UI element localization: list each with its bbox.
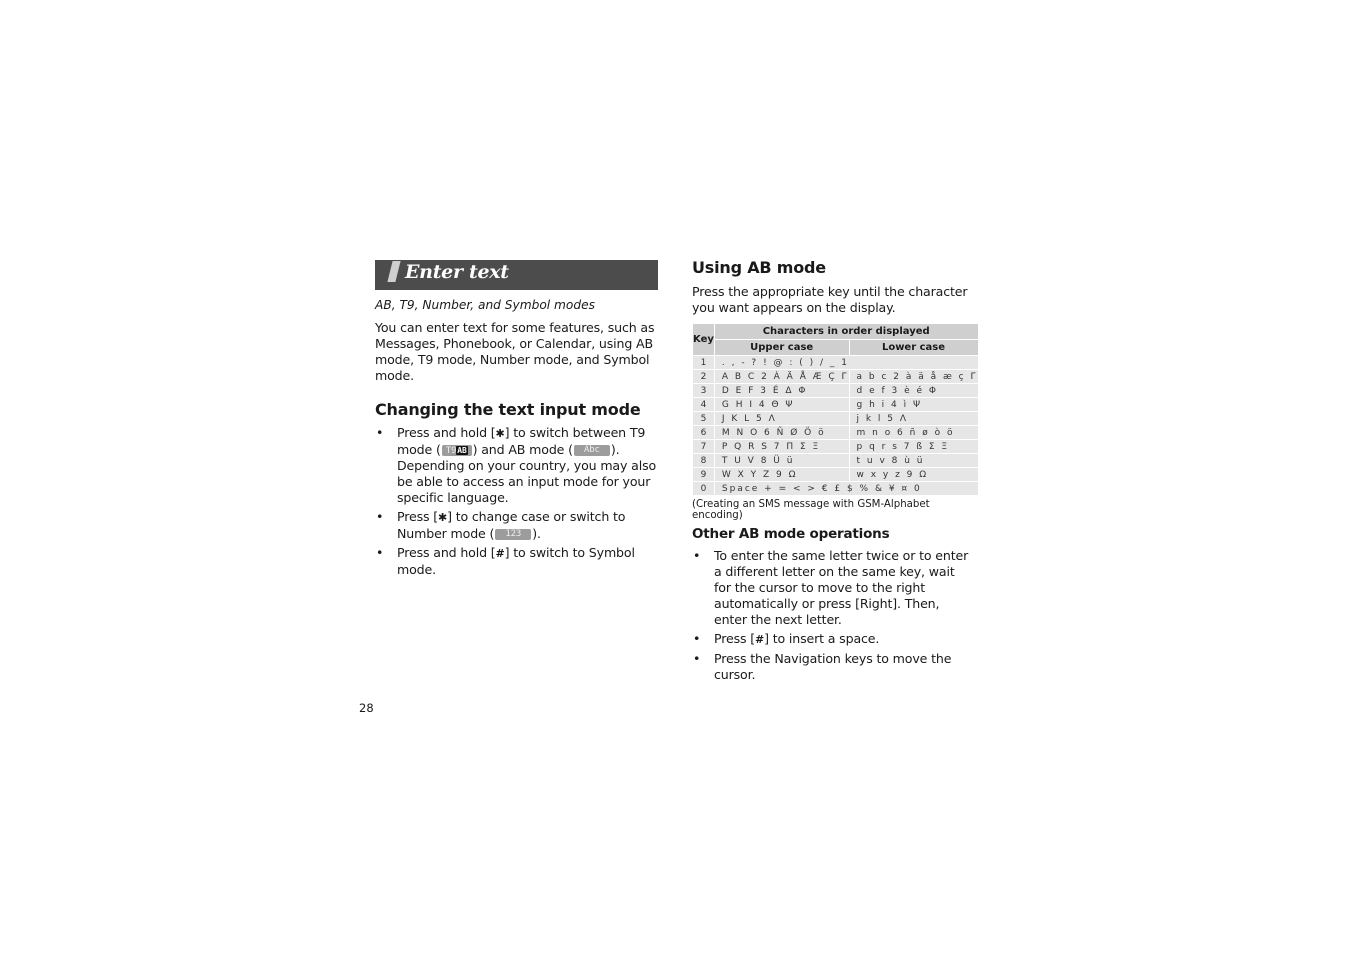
star-key-icon: ✱ (495, 427, 505, 440)
key-cell: 3 (692, 383, 715, 398)
table-row: 8T U V 8 Ü üt u v 8 ù ü (692, 453, 979, 468)
section-heading: Using AB mode (692, 258, 826, 277)
lower-case-cell: m n o 6 ñ ø ò ö (848, 425, 979, 440)
table-row: 2A B C 2 À Ä Å Æ Ç Γa b c 2 à ä å æ ç Γ (692, 369, 979, 384)
section-heading: Changing the text input mode (375, 400, 641, 419)
lower-case-cell: d e f 3 è é Φ (848, 383, 979, 398)
chars-cell: Space + = < > € £ $ % & ¥ ¤ 0 (713, 481, 979, 496)
table-row: 5J K L 5 Λj k l 5 Λ (692, 411, 979, 426)
key-cell: 9 (692, 467, 715, 482)
lower-case-cell: w x y z 9 Ω (848, 467, 979, 482)
list-item: • Press the Navigation keys to move the … (693, 651, 952, 682)
list-item: • Press [✱] to change case or switch to … (376, 509, 626, 541)
col-header-group: Characters in order displayed (713, 323, 979, 340)
list-item: • Press and hold [✱] to switch between T… (376, 425, 657, 505)
upper-case-cell: T U V 8 Ü ü (713, 453, 850, 468)
banner-slash-decoration (387, 261, 401, 282)
lower-case-cell: a b c 2 à ä å æ ç Γ (848, 369, 979, 384)
lower-case-cell: t u v 8 ù ü (848, 453, 979, 468)
intro-paragraph: Press the appropriate key until the char… (692, 284, 968, 315)
key-cell: 7 (692, 439, 715, 454)
abc-mode-icon: Abc (573, 445, 610, 456)
star-key-icon: ✱ (438, 511, 448, 524)
sub-heading: Other AB mode operations (692, 526, 890, 542)
col-header-upper: Upper case (713, 339, 850, 356)
table-row: 9W X Y Z 9 Ωw x y z 9 Ω (692, 467, 979, 482)
col-header-lower: Lower case (848, 339, 979, 356)
key-cell: 2 (692, 369, 715, 384)
table-row: 1. , - ? ! @ : ( ) / _ 1 (692, 355, 979, 370)
col-header-key: Key (692, 323, 715, 356)
table-row: 7P Q R S 7 Π Σ Ξp q r s 7 ß Σ Ξ (692, 439, 979, 454)
bullet-icon: • (376, 425, 384, 440)
key-cell: 1 (692, 355, 715, 370)
list-item: • Press and hold [#] to switch to Symbol… (376, 545, 635, 577)
right-column: Using AB mode Press the appropriate key … (692, 258, 979, 686)
key-cell: 5 (692, 411, 715, 426)
section-subtitle: AB, T9, Number, and Symbol modes (375, 298, 595, 312)
table-body: 1. , - ? ! @ : ( ) / _ 12A B C 2 À Ä Å Æ… (692, 355, 979, 496)
upper-case-cell: A B C 2 À Ä Å Æ Ç Γ (713, 369, 850, 384)
input-mode-list: • Press and hold [✱] to switch between T… (375, 425, 658, 578)
key-cell: 0 (692, 481, 715, 496)
hash-key-icon: # (755, 633, 765, 646)
table-row: 0 Space + = < > € £ $ % & ¥ ¤ 0 (692, 481, 979, 496)
upper-case-cell: P Q R S 7 Π Σ Ξ (713, 439, 850, 454)
intro-paragraph: You can enter text for some features, su… (375, 320, 655, 383)
bullet-icon: • (693, 651, 701, 666)
bullet-icon: • (693, 631, 701, 646)
banner-title: Enter text (405, 261, 509, 283)
upper-case-cell: W X Y Z 9 Ω (713, 467, 850, 482)
list-item: • To enter the same letter twice or to e… (693, 548, 969, 627)
key-cell: 6 (692, 425, 715, 440)
table-caption: (Creating an SMS message with GSM-Alphab… (692, 499, 930, 521)
page-number: 28 (359, 701, 374, 715)
table-row: 3D E F 3 É Δ Φd e f 3 è é Φ (692, 383, 979, 398)
key-cell: 8 (692, 453, 715, 468)
upper-case-cell: M N O 6 Ñ Ø Ö ö (713, 425, 850, 440)
upper-case-cell: G H I 4 Θ Ψ (713, 397, 850, 412)
bullet-icon: • (376, 509, 384, 524)
bullet-icon: • (376, 545, 384, 560)
upper-case-cell: D E F 3 É Δ Φ (713, 383, 850, 398)
table-row: 4G H I 4 Θ Ψg h i 4 ì Ψ (692, 397, 979, 412)
t9-mode-icon: T9AB (441, 445, 472, 456)
bullet-icon: • (693, 548, 701, 563)
chars-cell: . , - ? ! @ : ( ) / _ 1 (713, 355, 979, 370)
character-table: Key Characters in order displayed Upper … (692, 323, 979, 496)
list-item: • Press [#] to insert a space. (693, 631, 880, 646)
lower-case-cell: j k l 5 Λ (848, 411, 979, 426)
section-banner: Enter text (375, 260, 658, 290)
lower-case-cell: g h i 4 ì Ψ (848, 397, 979, 412)
operations-list: • To enter the same letter twice or to e… (692, 548, 974, 683)
key-cell: 4 (692, 397, 715, 412)
lower-case-cell: p q r s 7 ß Σ Ξ (848, 439, 979, 454)
hash-key-icon: # (495, 547, 505, 560)
table-row: 6M N O 6 Ñ Ø Ö öm n o 6 ñ ø ò ö (692, 425, 979, 440)
left-column: Enter text AB, T9, Number, and Symbol mo… (375, 260, 658, 581)
number-mode-icon: 123 (495, 529, 532, 540)
upper-case-cell: J K L 5 Λ (713, 411, 850, 426)
